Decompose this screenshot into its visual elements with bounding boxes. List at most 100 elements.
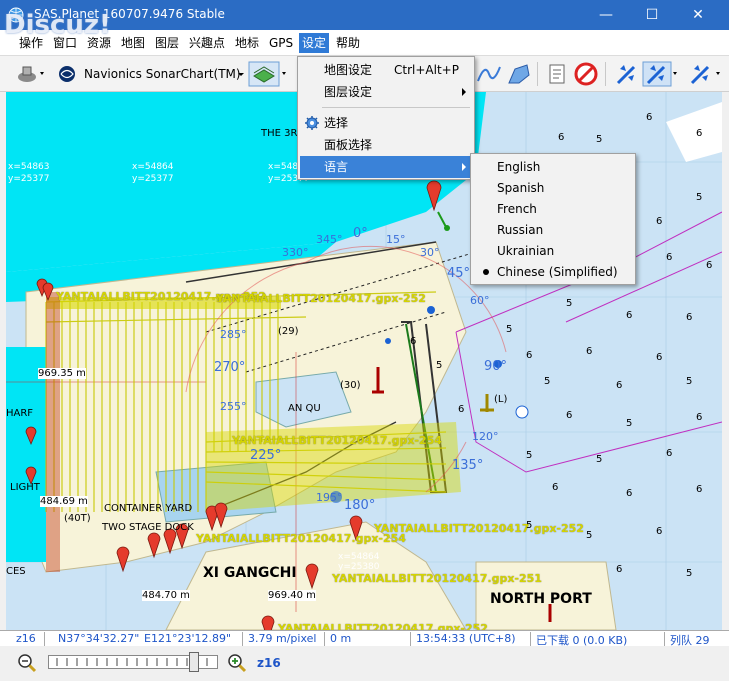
- stop-icon[interactable]: [573, 61, 599, 87]
- status-time: 13:54:33 (UTC+8): [416, 632, 516, 645]
- map-label: TWO STAGE DOCK: [102, 522, 194, 533]
- close-button[interactable]: ✕: [675, 0, 721, 30]
- menu-item-map-settings[interactable]: 地图设定 Ctrl+Alt+P: [300, 59, 472, 81]
- menu-item-layer-settings[interactable]: 图层设定: [300, 81, 472, 103]
- gps-satellite-icon[interactable]: [612, 61, 640, 87]
- marks-list-icon[interactable]: [546, 61, 570, 87]
- track-line-icon[interactable]: [475, 61, 503, 87]
- map-label: THE 3R: [261, 128, 298, 139]
- menu-placemarks[interactable]: 地标: [232, 33, 262, 53]
- measure-label: 969.35 m: [38, 368, 86, 379]
- compass-label: 0°: [353, 226, 368, 241]
- language-option-russian[interactable]: Russian: [473, 219, 633, 241]
- menu-item-panel-select[interactable]: 面板选择: [300, 134, 472, 156]
- language-option-english[interactable]: English: [473, 156, 633, 178]
- toolbar-separator: [537, 62, 538, 86]
- menu-item-label: Russian: [497, 223, 544, 237]
- depth-sounding: 6: [586, 346, 593, 357]
- chevron-down-icon[interactable]: [236, 61, 246, 87]
- radio-selected-icon: [483, 269, 489, 275]
- tile-coord: x=54864: [338, 552, 380, 562]
- chevron-right-icon: [462, 163, 466, 171]
- minimize-button[interactable]: —: [583, 0, 629, 30]
- satellite-icon[interactable]: [14, 61, 48, 87]
- depth-sounding: 5: [544, 376, 551, 387]
- depth-sounding: 5: [626, 418, 633, 429]
- depth-sounding: 5: [696, 192, 703, 203]
- depth-sounding: 6: [410, 336, 417, 347]
- gps-track-icon[interactable]: [642, 61, 682, 87]
- menu-item-shortcut: Ctrl+Alt+P: [394, 63, 459, 77]
- status-separator: [410, 632, 411, 646]
- depth-sounding: 6: [696, 412, 703, 423]
- compass-label: 330°: [282, 246, 309, 259]
- menu-item-label: 图层设定: [324, 85, 373, 99]
- status-separator: [44, 632, 45, 646]
- layers-button-icon[interactable]: [248, 61, 290, 87]
- status-scale: 3.79 m/pixel: [248, 632, 317, 645]
- chevron-right-icon: [462, 88, 466, 96]
- compass-label: 195°: [316, 491, 343, 504]
- tile-coord: y=25377: [8, 174, 50, 184]
- gps-center-icon[interactable]: [686, 61, 726, 87]
- language-option-french[interactable]: French: [473, 198, 633, 220]
- zoom-in-icon[interactable]: [226, 652, 248, 674]
- tile-coord: y=25380: [338, 562, 380, 572]
- settings-dropdown: 地图设定 Ctrl+Alt+P 图层设定 选择 面板选择 语言: [297, 56, 475, 180]
- zoom-out-icon[interactable]: [16, 652, 38, 674]
- compass-label: 270°: [214, 360, 246, 375]
- track-label: YANTAIALLBITT20120417.gpx-254: [232, 434, 442, 447]
- navionics-logo-icon: [59, 66, 75, 82]
- depth-sounding: 6: [458, 404, 465, 415]
- menu-item-label: 面板选择: [324, 138, 373, 152]
- depth-sounding: 6: [646, 112, 653, 123]
- app-window: SAS.Planet 160707.9476 Stable — ☐ ✕ Disc…: [0, 0, 729, 681]
- status-longitude: E121°23'12.89": [144, 632, 232, 645]
- depth-sounding: 5: [686, 568, 693, 579]
- menu-item-label: 语言: [324, 160, 349, 174]
- depth-sounding: 6: [706, 260, 713, 271]
- menu-gps[interactable]: GPS: [266, 33, 296, 53]
- zoom-slider-thumb[interactable]: [189, 652, 199, 672]
- compass-label: 225°: [250, 448, 282, 463]
- depth-sounding: 6: [666, 252, 673, 263]
- depth-sounding: 6: [686, 312, 693, 323]
- language-option-spanish[interactable]: Spanish: [473, 177, 633, 199]
- language-option-ukrainian[interactable]: Ukrainian: [473, 240, 633, 262]
- map-label: HARF: [6, 408, 34, 419]
- depth-sounding: 6: [526, 350, 533, 361]
- depth-sounding: 5: [526, 520, 533, 531]
- track-label: YANTAIALLBITT20120417.gpx-251: [332, 572, 542, 585]
- depth-sounding: 6: [566, 410, 573, 421]
- depth-sounding: 6: [626, 310, 633, 321]
- tile-coord: x=54863: [8, 162, 50, 172]
- map-source-label[interactable]: Navionics SonarChart(TM): [84, 67, 241, 81]
- map-label: CES: [6, 566, 26, 577]
- menu-item-options[interactable]: 选择: [300, 112, 472, 134]
- depth-sounding: 6: [616, 380, 623, 391]
- depth-sounding: 6: [696, 128, 703, 139]
- menu-item-language[interactable]: 语言: [300, 156, 472, 178]
- menu-layers[interactable]: 图层: [152, 33, 182, 53]
- depth-sounding: 5: [526, 450, 533, 461]
- depth-sounding: 6: [696, 484, 703, 495]
- depth-sounding: 6: [656, 216, 663, 227]
- maximize-button[interactable]: ☐: [629, 0, 675, 30]
- map-label: (29): [278, 326, 299, 337]
- map-label: CONTAINER YARD: [104, 503, 193, 514]
- menu-help[interactable]: 帮助: [333, 33, 363, 53]
- depth-sounding: 6: [552, 482, 559, 493]
- status-separator: [242, 632, 243, 646]
- status-distance: 0 m: [330, 632, 352, 645]
- menu-map[interactable]: 地图: [118, 33, 148, 53]
- status-separator: [664, 632, 665, 646]
- language-option-chinese-simplified[interactable]: Chinese (Simplified): [473, 261, 633, 283]
- menu-settings[interactable]: 设定: [299, 33, 330, 53]
- depth-sounding: 5: [566, 298, 573, 309]
- polygon-icon[interactable]: [505, 61, 533, 87]
- tile-coord: y=25377: [132, 174, 174, 184]
- menu-item-label: English: [497, 160, 541, 174]
- menu-poi[interactable]: 兴趣点: [186, 33, 228, 53]
- map-label: (40T): [64, 513, 91, 524]
- watermark-logo: Discuz!: [4, 10, 111, 40]
